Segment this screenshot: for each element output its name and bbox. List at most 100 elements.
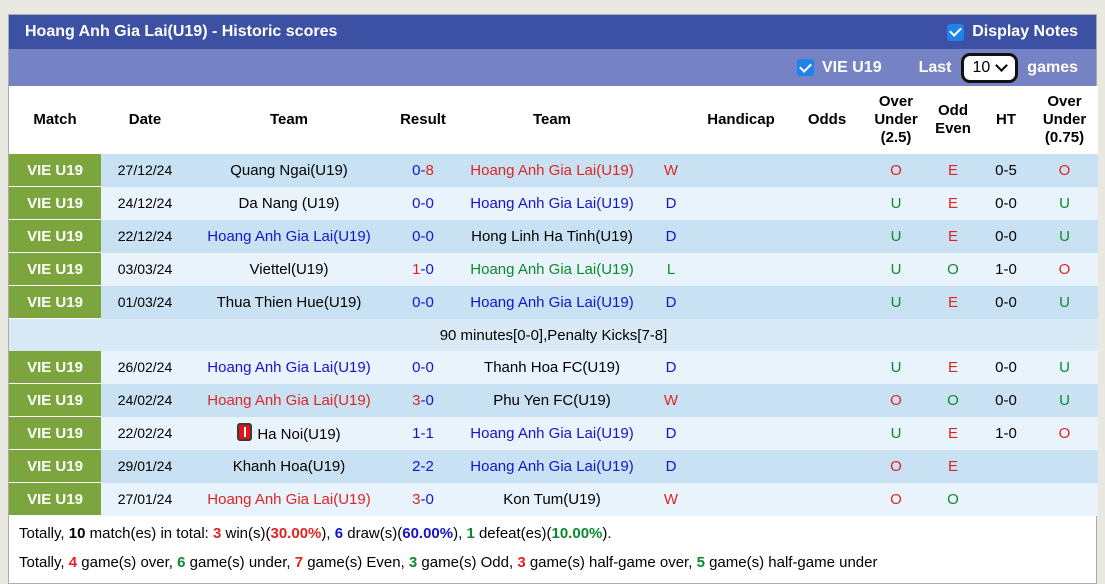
match-row: VIE U19 26/02/24 Hoang Anh Gia Lai(U19) 0-0… (9, 351, 1098, 384)
check-icon (799, 59, 812, 73)
away-score: 0 (425, 260, 434, 278)
summary-segment: draw(s)( (343, 525, 403, 542)
over-under-075-cell (1031, 482, 1098, 516)
away-score: 0 (425, 490, 434, 508)
away-team-cell: Phu Yen FC(U19) (457, 383, 647, 417)
away-team-link[interactable]: Hoang Anh Gia Lai(U19) (470, 195, 633, 212)
handicap-cell (695, 351, 787, 384)
home-team-link[interactable]: Hoang Anh Gia Lai(U19) (207, 392, 370, 409)
home-team-link[interactable]: Khanh Hoa(U19) (233, 458, 346, 475)
display-notes-toggle[interactable]: Display Notes (947, 23, 1078, 41)
league-badge: VIE U19 (9, 252, 101, 286)
home-team-link[interactable]: Hoang Anh Gia Lai(U19) (207, 491, 370, 508)
historic-scores-panel: Hoang Anh Gia Lai(U19) - Historic scores… (8, 14, 1098, 584)
over-under-25-cell: U (867, 285, 925, 319)
odds-cell (787, 285, 867, 319)
home-team-cell: Quang Ngai(U19) (189, 154, 389, 187)
home-team-link[interactable]: Hoang Anh Gia Lai(U19) (207, 359, 370, 376)
away-team-link[interactable]: Hoang Anh Gia Lai(U19) (470, 458, 633, 475)
summary-segment: Totally, (19, 525, 69, 542)
over-under-075-cell (1031, 449, 1098, 483)
summary-segment: ), (453, 525, 467, 542)
summary-segment: 3 (408, 554, 418, 572)
league-checkbox[interactable] (797, 59, 814, 76)
away-team-link[interactable]: Hoang Anh Gia Lai(U19) (470, 294, 633, 311)
col-date-header: Date (101, 86, 189, 154)
odd-even-cell: E (925, 449, 981, 483)
col-over-under-075-header: Over Under (0.75) (1031, 86, 1098, 154)
summary-segment: 1 (466, 525, 475, 542)
games-label: games (1027, 58, 1078, 76)
away-team-link[interactable]: Phu Yen FC(U19) (493, 392, 611, 409)
outcome-cell: D (647, 219, 695, 253)
home-team-link[interactable]: Quang Ngai(U19) (230, 162, 348, 179)
over-under-25-cell: U (867, 252, 925, 286)
odds-cell (787, 186, 867, 220)
away-team-cell: Hoang Anh Gia Lai(U19) (457, 154, 647, 187)
match-row: VIE U19 22/12/24 Hoang Anh Gia Lai(U19) 0-0… (9, 219, 1098, 253)
odd-even-cell: O (925, 383, 981, 417)
away-team-link[interactable]: Hong Linh Ha Tinh(U19) (471, 228, 633, 245)
over-under-075-cell: O (1031, 252, 1098, 286)
display-notes-checkbox[interactable] (947, 23, 965, 41)
handicap-cell (695, 482, 787, 516)
home-team-link[interactable]: Viettel(U19) (250, 261, 329, 278)
home-score: 0 (412, 194, 421, 212)
summary-segment: 4 (68, 554, 78, 572)
odds-cell (787, 383, 867, 417)
ht-cell: 0-5 (981, 154, 1031, 187)
league-toggle[interactable]: VIE U19 (797, 59, 882, 77)
result-cell: 0-0 (389, 351, 457, 384)
over-under-075-cell: U (1031, 383, 1098, 417)
over-under-075-cell: O (1031, 416, 1098, 450)
date-cell: 27/12/24 (101, 154, 189, 187)
summary-segment: 3 (517, 554, 526, 572)
display-notes-label: Display Notes (972, 23, 1078, 40)
over-under-25-cell: U (867, 219, 925, 253)
home-team-link[interactable]: Da Nang (U19) (239, 195, 340, 212)
odd-even-cell: E (925, 416, 981, 450)
outcome-cell: D (647, 186, 695, 220)
ht-cell: 0-0 (981, 219, 1031, 253)
summary-segment: game(s) under, (185, 554, 295, 572)
summary-segment: game(s) Odd, (417, 554, 518, 572)
outcome-cell: D (647, 416, 695, 450)
over-under-075-cell: U (1031, 186, 1098, 220)
home-team-link[interactable]: Ha Noi(U19) (257, 426, 340, 443)
away-team-link[interactable]: Thanh Hoa FC(U19) (484, 359, 620, 376)
away-team-cell: Hoang Anh Gia Lai(U19) (457, 252, 647, 286)
col-handicap-header: Handicap (695, 86, 787, 154)
handicap-cell (695, 186, 787, 220)
over-under-075-cell: U (1031, 351, 1098, 384)
away-score: 1 (425, 424, 434, 442)
away-score: 0 (425, 391, 434, 409)
date-cell: 03/03/24 (101, 252, 189, 286)
home-score: 1 (412, 260, 421, 278)
over-under-25-cell: O (867, 154, 925, 187)
odd-even-cell: E (925, 186, 981, 220)
away-team-link[interactable]: Hoang Anh Gia Lai(U19) (470, 261, 633, 278)
filter-bar: VIE U19 Last 10 games (9, 49, 1096, 86)
result-cell: 0-0 (389, 219, 457, 253)
home-score: 2 (412, 457, 421, 475)
home-team-link[interactable]: Hoang Anh Gia Lai(U19) (207, 228, 370, 245)
result-cell: 3-0 (389, 482, 457, 516)
match-row: VIE U19 24/12/24 Da Nang (U19) 0-0 Hoang Anh… (9, 186, 1098, 220)
result-cell: 1-1 (389, 416, 457, 450)
away-team-link[interactable]: Hoang Anh Gia Lai(U19) (470, 162, 633, 179)
match-row: VIE U19 29/01/24 Khanh Hoa(U19) 2-2 Hoang An… (9, 449, 1098, 483)
games-count-select[interactable]: 10 (960, 52, 1019, 83)
home-team-link[interactable]: Thua Thien Hue(U19) (217, 294, 362, 311)
over-under-075-cell: U (1031, 219, 1098, 253)
summary-segment: defeat(es)( (474, 525, 552, 542)
summary-line-2: Totally, 4 game(s) over, 6 game(s) under… (9, 548, 1096, 577)
away-team-link[interactable]: Kon Tum(U19) (503, 491, 601, 508)
page-title: Hoang Anh Gia Lai(U19) - Historic scores (25, 23, 338, 40)
away-team-cell: Thanh Hoa FC(U19) (457, 351, 647, 384)
games-count-value: 10 (972, 58, 991, 76)
last-label: Last (918, 58, 952, 76)
away-team-link[interactable]: Hoang Anh Gia Lai(U19) (470, 425, 633, 442)
over-under-25-cell: O (867, 383, 925, 417)
odds-cell (787, 252, 867, 286)
home-team-cell: Hoang Anh Gia Lai(U19) (189, 482, 389, 516)
